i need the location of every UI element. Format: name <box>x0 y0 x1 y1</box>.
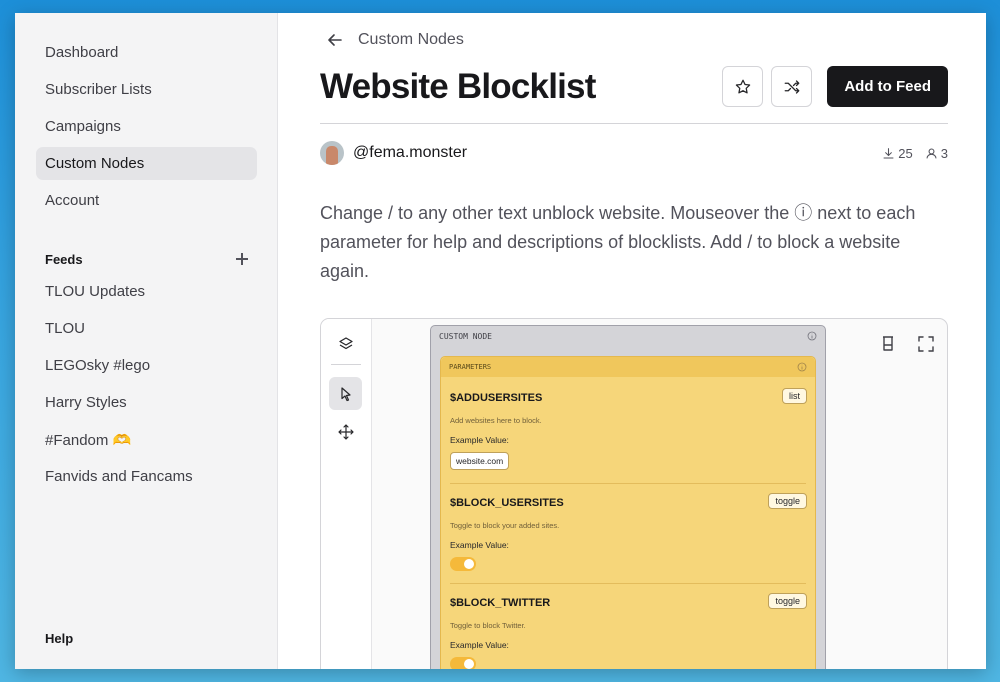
feed-item-label: LEGOsky #lego <box>45 357 151 374</box>
feed-item-label: #Fandom 🫶 <box>45 431 132 449</box>
info-icon[interactable] <box>807 331 817 341</box>
add-feed-plus-icon[interactable] <box>233 250 251 268</box>
sidebar-item-dashboard[interactable]: Dashboard <box>36 36 257 69</box>
sidebar-item-label: Subscriber Lists <box>45 81 152 98</box>
user-icon <box>926 148 937 158</box>
node-description: Change / to any other text unblock websi… <box>320 203 916 281</box>
node-stats: 25 3 <box>882 146 948 161</box>
parameter-block-usersites: $BLOCK_USERSITES toggle Toggle to block … <box>450 493 807 571</box>
pan-tool[interactable] <box>329 415 362 448</box>
fullscreen-icon[interactable] <box>917 335 935 353</box>
feed-item-label: Fanvids and Fancams <box>45 468 193 485</box>
favorite-button[interactable] <box>722 66 764 107</box>
author-handle[interactable]: @fema.monster <box>353 144 467 162</box>
parameters-panel: PARAMETERS $ADDUSERSITES list Add websit… <box>440 356 816 669</box>
feeds-title: Feeds <box>45 251 83 267</box>
sidebar-item-label: Campaigns <box>45 118 121 135</box>
sidebar-item-label: Custom Nodes <box>45 155 145 172</box>
sidebar-item-label: Account <box>45 192 100 209</box>
feed-item-legosky[interactable]: LEGOsky #lego <box>36 349 257 382</box>
sidebar-item-account[interactable]: Account <box>36 184 257 217</box>
example-value-label: Example Value: <box>450 435 509 445</box>
example-toggle[interactable] <box>450 657 476 669</box>
remix-button[interactable] <box>771 66 813 107</box>
app-window: Dashboard Subscriber Lists Campaigns Cus… <box>15 13 986 669</box>
canvas-tools <box>879 335 935 353</box>
parameter-type-badge[interactable]: toggle <box>768 493 807 509</box>
feed-item-label: TLOU <box>45 320 86 337</box>
feeds-section-header: Feeds <box>45 248 251 270</box>
users-count: 3 <box>940 145 948 161</box>
breadcrumb-label[interactable]: Custom Nodes <box>358 31 464 49</box>
parameter-type-badge[interactable]: list <box>782 388 807 404</box>
users-stat: 3 <box>925 146 948 161</box>
downloads-stat: 25 <box>882 145 913 161</box>
move-icon <box>337 423 354 440</box>
back-arrow-icon[interactable] <box>326 31 344 49</box>
downloads-count: 25 <box>898 145 913 161</box>
parameters-header: PARAMETERS <box>441 357 815 377</box>
node-editor-preview: CUSTOM NODE PARAMETERS $ADDUSERSITES lis… <box>320 318 948 669</box>
beaker-icon[interactable] <box>879 335 897 353</box>
author: @fema.monster <box>320 141 467 165</box>
add-to-feed-button[interactable]: Add to Feed <box>827 66 948 107</box>
cursor-icon <box>340 386 351 401</box>
layers-tool[interactable] <box>329 327 362 360</box>
main-content: Custom Nodes Website Blocklist Add to Fe… <box>278 13 986 669</box>
node-header-label: CUSTOM NODE <box>439 331 492 341</box>
parameter-addusersites: $ADDUSERSITES list Add websites here to … <box>450 388 807 470</box>
feed-item-tlou[interactable]: TLOU <box>36 312 257 345</box>
parameter-type-badge[interactable]: toggle <box>768 593 807 609</box>
info-icon[interactable] <box>797 362 807 372</box>
feed-item-label: TLOU Updates <box>45 283 146 300</box>
title-actions: Add to Feed <box>722 66 948 107</box>
parameters-header-label: PARAMETERS <box>449 363 492 371</box>
feed-item-label: Harry Styles <box>45 394 127 411</box>
parameter-description: Toggle to block Twitter. <box>450 621 526 630</box>
avatar[interactable] <box>320 141 344 165</box>
example-value-label: Example Value: <box>450 540 509 550</box>
custom-node-card[interactable]: CUSTOM NODE PARAMETERS $ADDUSERSITES lis… <box>430 325 826 669</box>
feed-item-fandom[interactable]: #Fandom 🫶 <box>36 423 257 456</box>
parameter-block-twitter: $BLOCK_TWITTER toggle Toggle to block Tw… <box>450 593 807 669</box>
parameter-description: Toggle to block your added sites. <box>450 521 560 530</box>
feed-item-tlou-updates[interactable]: TLOU Updates <box>36 275 257 308</box>
sidebar-item-custom-nodes[interactable]: Custom Nodes <box>36 147 257 180</box>
feed-item-harry-styles[interactable]: Harry Styles <box>36 386 257 419</box>
editor-toolbar <box>321 319 372 669</box>
star-icon <box>735 79 751 93</box>
sidebar-item-subscriber-lists[interactable]: Subscriber Lists <box>36 73 257 106</box>
parameter-divider <box>450 583 806 584</box>
author-row: @fema.monster 25 3 <box>320 141 948 165</box>
parameter-description: Add websites here to block. <box>450 416 542 425</box>
sidebar-item-label: Dashboard <box>45 44 119 61</box>
breadcrumb: Custom Nodes <box>326 31 464 49</box>
toolbar-divider <box>331 364 361 365</box>
parameter-name: $BLOCK_TWITTER <box>450 597 551 609</box>
feed-item-fanvids[interactable]: Fanvids and Fancams <box>36 460 257 493</box>
sidebar: Dashboard Subscriber Lists Campaigns Cus… <box>15 13 278 669</box>
select-tool[interactable] <box>329 377 362 410</box>
example-value-input[interactable]: website.com <box>450 452 510 470</box>
parameter-name: $ADDUSERSITES <box>450 392 543 404</box>
layers-icon <box>338 336 353 349</box>
example-value-label: Example Value: <box>450 640 509 650</box>
download-icon <box>883 147 894 158</box>
parameter-divider <box>450 483 806 484</box>
example-toggle[interactable] <box>450 557 476 571</box>
header-divider <box>320 123 948 124</box>
page-title: Website Blocklist <box>320 67 596 106</box>
node-header: CUSTOM NODE <box>431 326 825 346</box>
shuffle-icon <box>784 79 800 94</box>
help-link[interactable]: Help <box>45 631 73 646</box>
parameter-name: $BLOCK_USERSITES <box>450 497 564 509</box>
sidebar-item-campaigns[interactable]: Campaigns <box>36 110 257 143</box>
